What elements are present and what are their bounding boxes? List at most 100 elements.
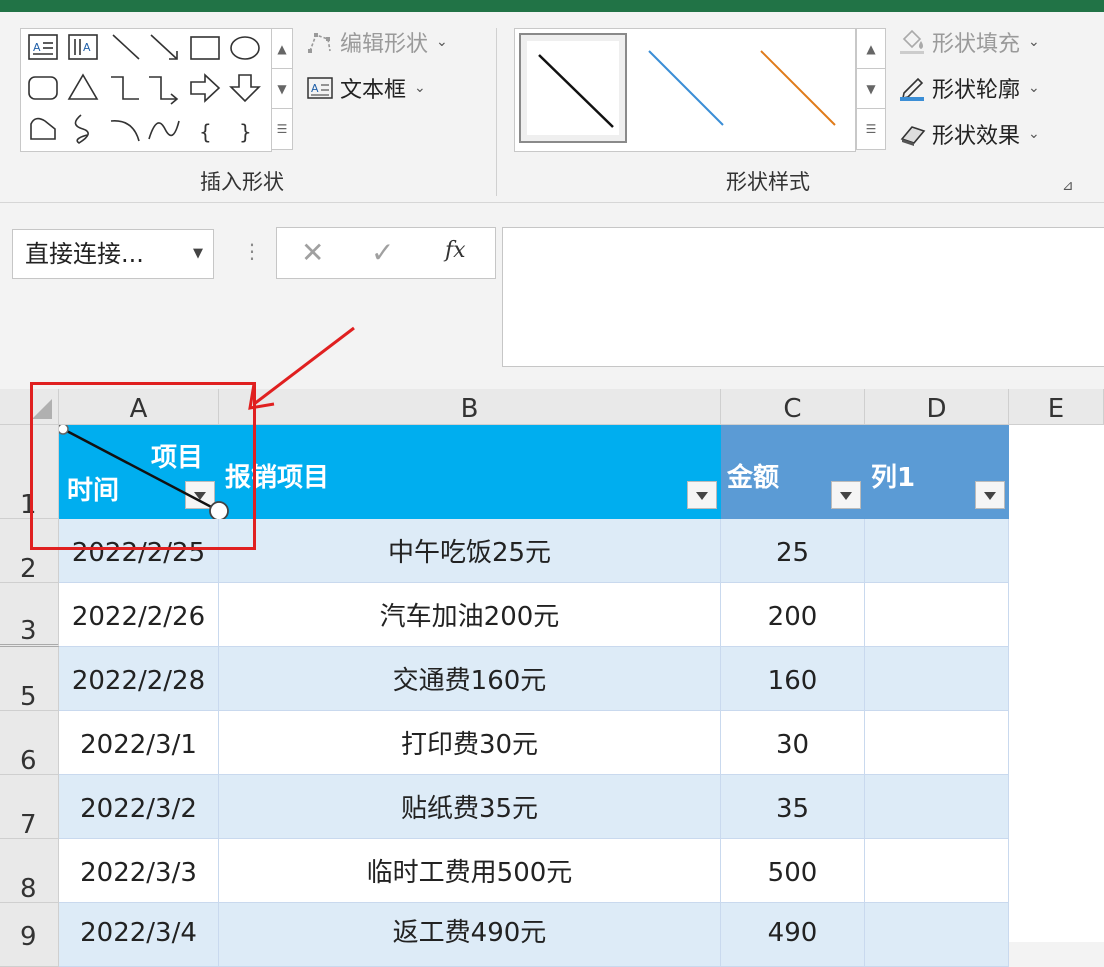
arc-shape-icon[interactable] bbox=[110, 120, 140, 142]
filter-dropdown-icon[interactable] bbox=[975, 481, 1005, 509]
date-cell[interactable]: 2022/2/26 bbox=[59, 583, 219, 647]
item-cell[interactable]: 汽车加油200元 bbox=[219, 583, 721, 647]
style-line-orange bbox=[760, 50, 836, 126]
chevron-down-icon: ⌄ bbox=[436, 34, 448, 50]
header-c-label: 金额 bbox=[727, 463, 780, 493]
scroll-up-icon[interactable]: ▲ bbox=[857, 29, 885, 69]
shape-styles-scroll: ▲ ▼ ☰ bbox=[856, 28, 886, 150]
edit-shape-button[interactable]: 编辑形状 ⌄ bbox=[306, 26, 448, 58]
header-cell-b1[interactable]: 报销项目 bbox=[219, 425, 721, 519]
item-cell[interactable]: 返工费490元 bbox=[219, 903, 721, 967]
row-header-7[interactable]: 7 bbox=[0, 775, 59, 840]
empty-cell[interactable] bbox=[865, 711, 1009, 775]
shape-outline-button[interactable]: 形状轮廓 ⌄ bbox=[898, 72, 1040, 104]
shape-styles-gallery bbox=[514, 28, 856, 152]
elbow-arrow-connector-shape-icon[interactable] bbox=[149, 76, 179, 105]
vertical-text-box-shape-icon[interactable]: A bbox=[68, 34, 98, 60]
text-box-button[interactable]: A 文本框 ⌄ bbox=[306, 72, 426, 104]
scroll-up-icon[interactable]: ▲ bbox=[272, 29, 292, 69]
rounded-rectangle-shape-icon[interactable] bbox=[28, 76, 58, 100]
empty-cell[interactable] bbox=[865, 647, 1009, 711]
empty-cell[interactable] bbox=[865, 903, 1009, 967]
arrow-line-shape-icon[interactable] bbox=[150, 34, 178, 60]
text-box-shape-icon[interactable]: A bbox=[28, 34, 58, 60]
right-arrow-shape-icon[interactable] bbox=[190, 73, 221, 103]
column-header-c[interactable]: C bbox=[721, 389, 865, 425]
line-shape-icon[interactable] bbox=[112, 34, 140, 60]
amount-cell[interactable]: 160 bbox=[721, 647, 865, 711]
shape-effects-button[interactable]: 形状效果 ⌄ bbox=[898, 118, 1040, 150]
right-brace-shape-icon[interactable]: } bbox=[239, 120, 252, 144]
oval-shape-icon[interactable] bbox=[230, 36, 260, 60]
shape-fill-button[interactable]: 形状填充 ⌄ bbox=[898, 26, 1040, 58]
scroll-down-icon[interactable]: ▼ bbox=[857, 69, 885, 109]
empty-cell[interactable] bbox=[865, 519, 1009, 583]
date-cell[interactable]: 2022/2/28 bbox=[59, 647, 219, 711]
rectangle-shape-icon[interactable] bbox=[190, 36, 220, 60]
name-box-value: 直接连接... bbox=[25, 240, 144, 268]
scroll-down-icon[interactable]: ▼ bbox=[272, 69, 292, 109]
row-header-5[interactable]: 5 bbox=[0, 647, 59, 712]
cancel-icon[interactable]: ✕ bbox=[301, 236, 324, 269]
date-cell[interactable]: 2022/3/2 bbox=[59, 775, 219, 839]
chevron-down-icon: ⌄ bbox=[414, 80, 426, 96]
annotation-arrow-icon bbox=[248, 326, 355, 410]
header-cell-c1[interactable]: 金额 bbox=[721, 425, 865, 519]
item-cell[interactable]: 打印费30元 bbox=[219, 711, 721, 775]
date-cell[interactable]: 2022/3/4 bbox=[59, 903, 219, 967]
more-options-icon[interactable]: ⋮ bbox=[242, 239, 262, 263]
svg-text:A: A bbox=[33, 41, 41, 54]
triangle-shape-icon[interactable] bbox=[67, 73, 99, 100]
text-box-icon: A bbox=[306, 75, 334, 101]
edit-shape-label: 编辑形状 bbox=[340, 32, 429, 57]
enter-icon[interactable]: ✓ bbox=[371, 236, 394, 269]
highlight-box bbox=[30, 382, 256, 550]
chevron-down-icon: ⌄ bbox=[1028, 126, 1040, 142]
header-cell-d1[interactable]: 列1 bbox=[865, 425, 1009, 519]
item-cell[interactable]: 贴纸费35元 bbox=[219, 775, 721, 839]
amount-cell[interactable]: 490 bbox=[721, 903, 865, 967]
empty-cell[interactable] bbox=[865, 775, 1009, 839]
style-option-orange[interactable] bbox=[745, 35, 855, 145]
chevron-down-icon: ⌄ bbox=[1028, 34, 1040, 50]
amount-cell[interactable]: 25 bbox=[721, 519, 865, 583]
insert-function-icon[interactable]: fx bbox=[445, 238, 466, 263]
chevron-down-icon[interactable]: ▼ bbox=[193, 230, 203, 278]
item-cell[interactable]: 中午吃饭25元 bbox=[219, 519, 721, 583]
empty-cell[interactable] bbox=[865, 839, 1009, 903]
paint-bucket-icon bbox=[898, 29, 926, 55]
freeform-shape-icon[interactable] bbox=[30, 117, 56, 140]
svg-text:A: A bbox=[311, 82, 319, 95]
elbow-connector-shape-icon[interactable] bbox=[111, 76, 139, 100]
left-brace-shape-icon[interactable]: { bbox=[199, 120, 212, 144]
row-header-3[interactable]: 3 bbox=[0, 583, 59, 647]
column-header-d[interactable]: D bbox=[865, 389, 1009, 425]
item-cell[interactable]: 交通费160元 bbox=[219, 647, 721, 711]
amount-cell[interactable]: 500 bbox=[721, 839, 865, 903]
formula-bar-input[interactable] bbox=[502, 227, 1104, 367]
column-header-e[interactable]: E bbox=[1009, 389, 1104, 425]
date-cell[interactable]: 2022/3/1 bbox=[59, 711, 219, 775]
amount-cell[interactable]: 200 bbox=[721, 583, 865, 647]
date-cell[interactable]: 2022/3/3 bbox=[59, 839, 219, 903]
filter-dropdown-icon[interactable] bbox=[831, 481, 861, 509]
dialog-launcher-icon[interactable]: ⊿ bbox=[1062, 178, 1074, 194]
amount-cell[interactable]: 30 bbox=[721, 711, 865, 775]
row-header-8[interactable]: 8 bbox=[0, 839, 59, 904]
empty-cell[interactable] bbox=[865, 583, 1009, 647]
row-header-9[interactable]: 9 bbox=[0, 903, 59, 967]
edit-shape-icon bbox=[306, 29, 334, 55]
style-option-blue[interactable] bbox=[633, 35, 743, 145]
gallery-expand-icon[interactable]: ☰ bbox=[857, 109, 885, 149]
curve-shape-icon[interactable] bbox=[148, 120, 180, 140]
row-header-6[interactable]: 6 bbox=[0, 711, 59, 776]
down-arrow-shape-icon[interactable] bbox=[229, 74, 261, 103]
style-option-black-selected[interactable] bbox=[519, 33, 627, 143]
amount-cell[interactable]: 35 bbox=[721, 775, 865, 839]
item-cell[interactable]: 临时工费用500元 bbox=[219, 839, 721, 903]
name-box[interactable]: 直接连接... ▼ bbox=[12, 229, 214, 279]
filter-dropdown-icon[interactable] bbox=[687, 481, 717, 509]
scribble-shape-icon[interactable] bbox=[74, 114, 89, 144]
chevron-down-icon: ⌄ bbox=[1028, 80, 1040, 96]
gallery-expand-icon[interactable]: ☰ bbox=[272, 109, 292, 149]
